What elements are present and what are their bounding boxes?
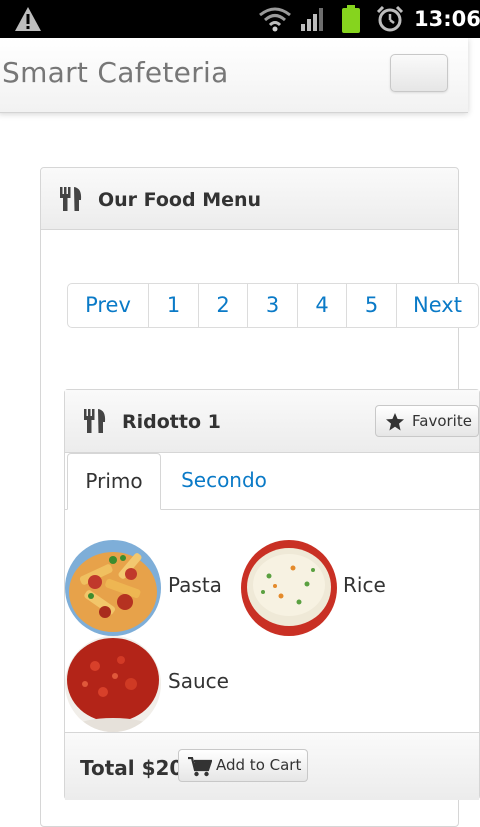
battery-icon xyxy=(342,5,360,33)
brand-title[interactable]: Smart Cafeteria xyxy=(2,56,229,89)
pasta-image xyxy=(65,540,161,636)
product-card: Ridotto 1 Favorite Primo Secondo Pasta R… xyxy=(64,389,480,800)
product-card-footer: Total $20 Add to Cart xyxy=(65,732,479,800)
panel-heading: Our Food Menu xyxy=(41,168,458,230)
sauce-image xyxy=(65,636,161,732)
pagination-page-5[interactable]: 5 xyxy=(346,284,396,327)
warning-icon xyxy=(15,7,41,31)
pagination-page-3[interactable]: 3 xyxy=(247,284,297,327)
food-item-sauce[interactable]: Sauce xyxy=(65,636,235,732)
meal-tabs: Primo Secondo xyxy=(65,453,479,510)
panel-title: Our Food Menu xyxy=(98,189,262,211)
food-item-pasta[interactable]: Pasta xyxy=(65,540,235,636)
status-clock: 13:06 xyxy=(414,7,480,31)
tab-secondo[interactable]: Secondo xyxy=(169,453,279,509)
wifi-icon xyxy=(259,7,291,32)
favorite-label: Favorite xyxy=(412,412,472,430)
pagination-prev[interactable]: Prev xyxy=(68,284,148,327)
food-name: Pasta xyxy=(168,573,222,597)
pagination: Prev 1 2 3 4 5 Next xyxy=(67,283,479,328)
signal-icon xyxy=(301,8,323,31)
pagination-page-4[interactable]: 4 xyxy=(297,284,346,327)
favorite-button[interactable]: Favorite xyxy=(375,405,479,437)
add-to-cart-button[interactable]: Add to Cart xyxy=(178,749,308,782)
add-to-cart-label: Add to Cart xyxy=(216,756,302,774)
total-price: Total $20 xyxy=(80,756,184,780)
product-title: Ridotto 1 xyxy=(122,411,221,433)
food-name: Rice xyxy=(343,573,386,597)
pagination-next[interactable]: Next xyxy=(396,284,478,327)
rice-image xyxy=(241,540,337,636)
food-name: Sauce xyxy=(168,669,229,693)
star-icon xyxy=(386,413,404,431)
navbar: Smart Cafeteria xyxy=(0,38,468,113)
food-item-rice[interactable]: Rice xyxy=(241,540,401,636)
tab-primo[interactable]: Primo xyxy=(67,453,161,510)
shopping-cart-icon xyxy=(188,757,212,777)
cutlery-icon xyxy=(84,409,106,433)
cutlery-icon xyxy=(60,187,82,211)
alarm-icon xyxy=(376,5,404,32)
product-card-heading: Ridotto 1 Favorite xyxy=(65,390,479,453)
status-bar: 13:06 xyxy=(0,0,480,38)
menu-toggle-button[interactable] xyxy=(390,54,448,92)
pagination-page-2[interactable]: 2 xyxy=(198,284,247,327)
pagination-page-1[interactable]: 1 xyxy=(148,284,198,327)
